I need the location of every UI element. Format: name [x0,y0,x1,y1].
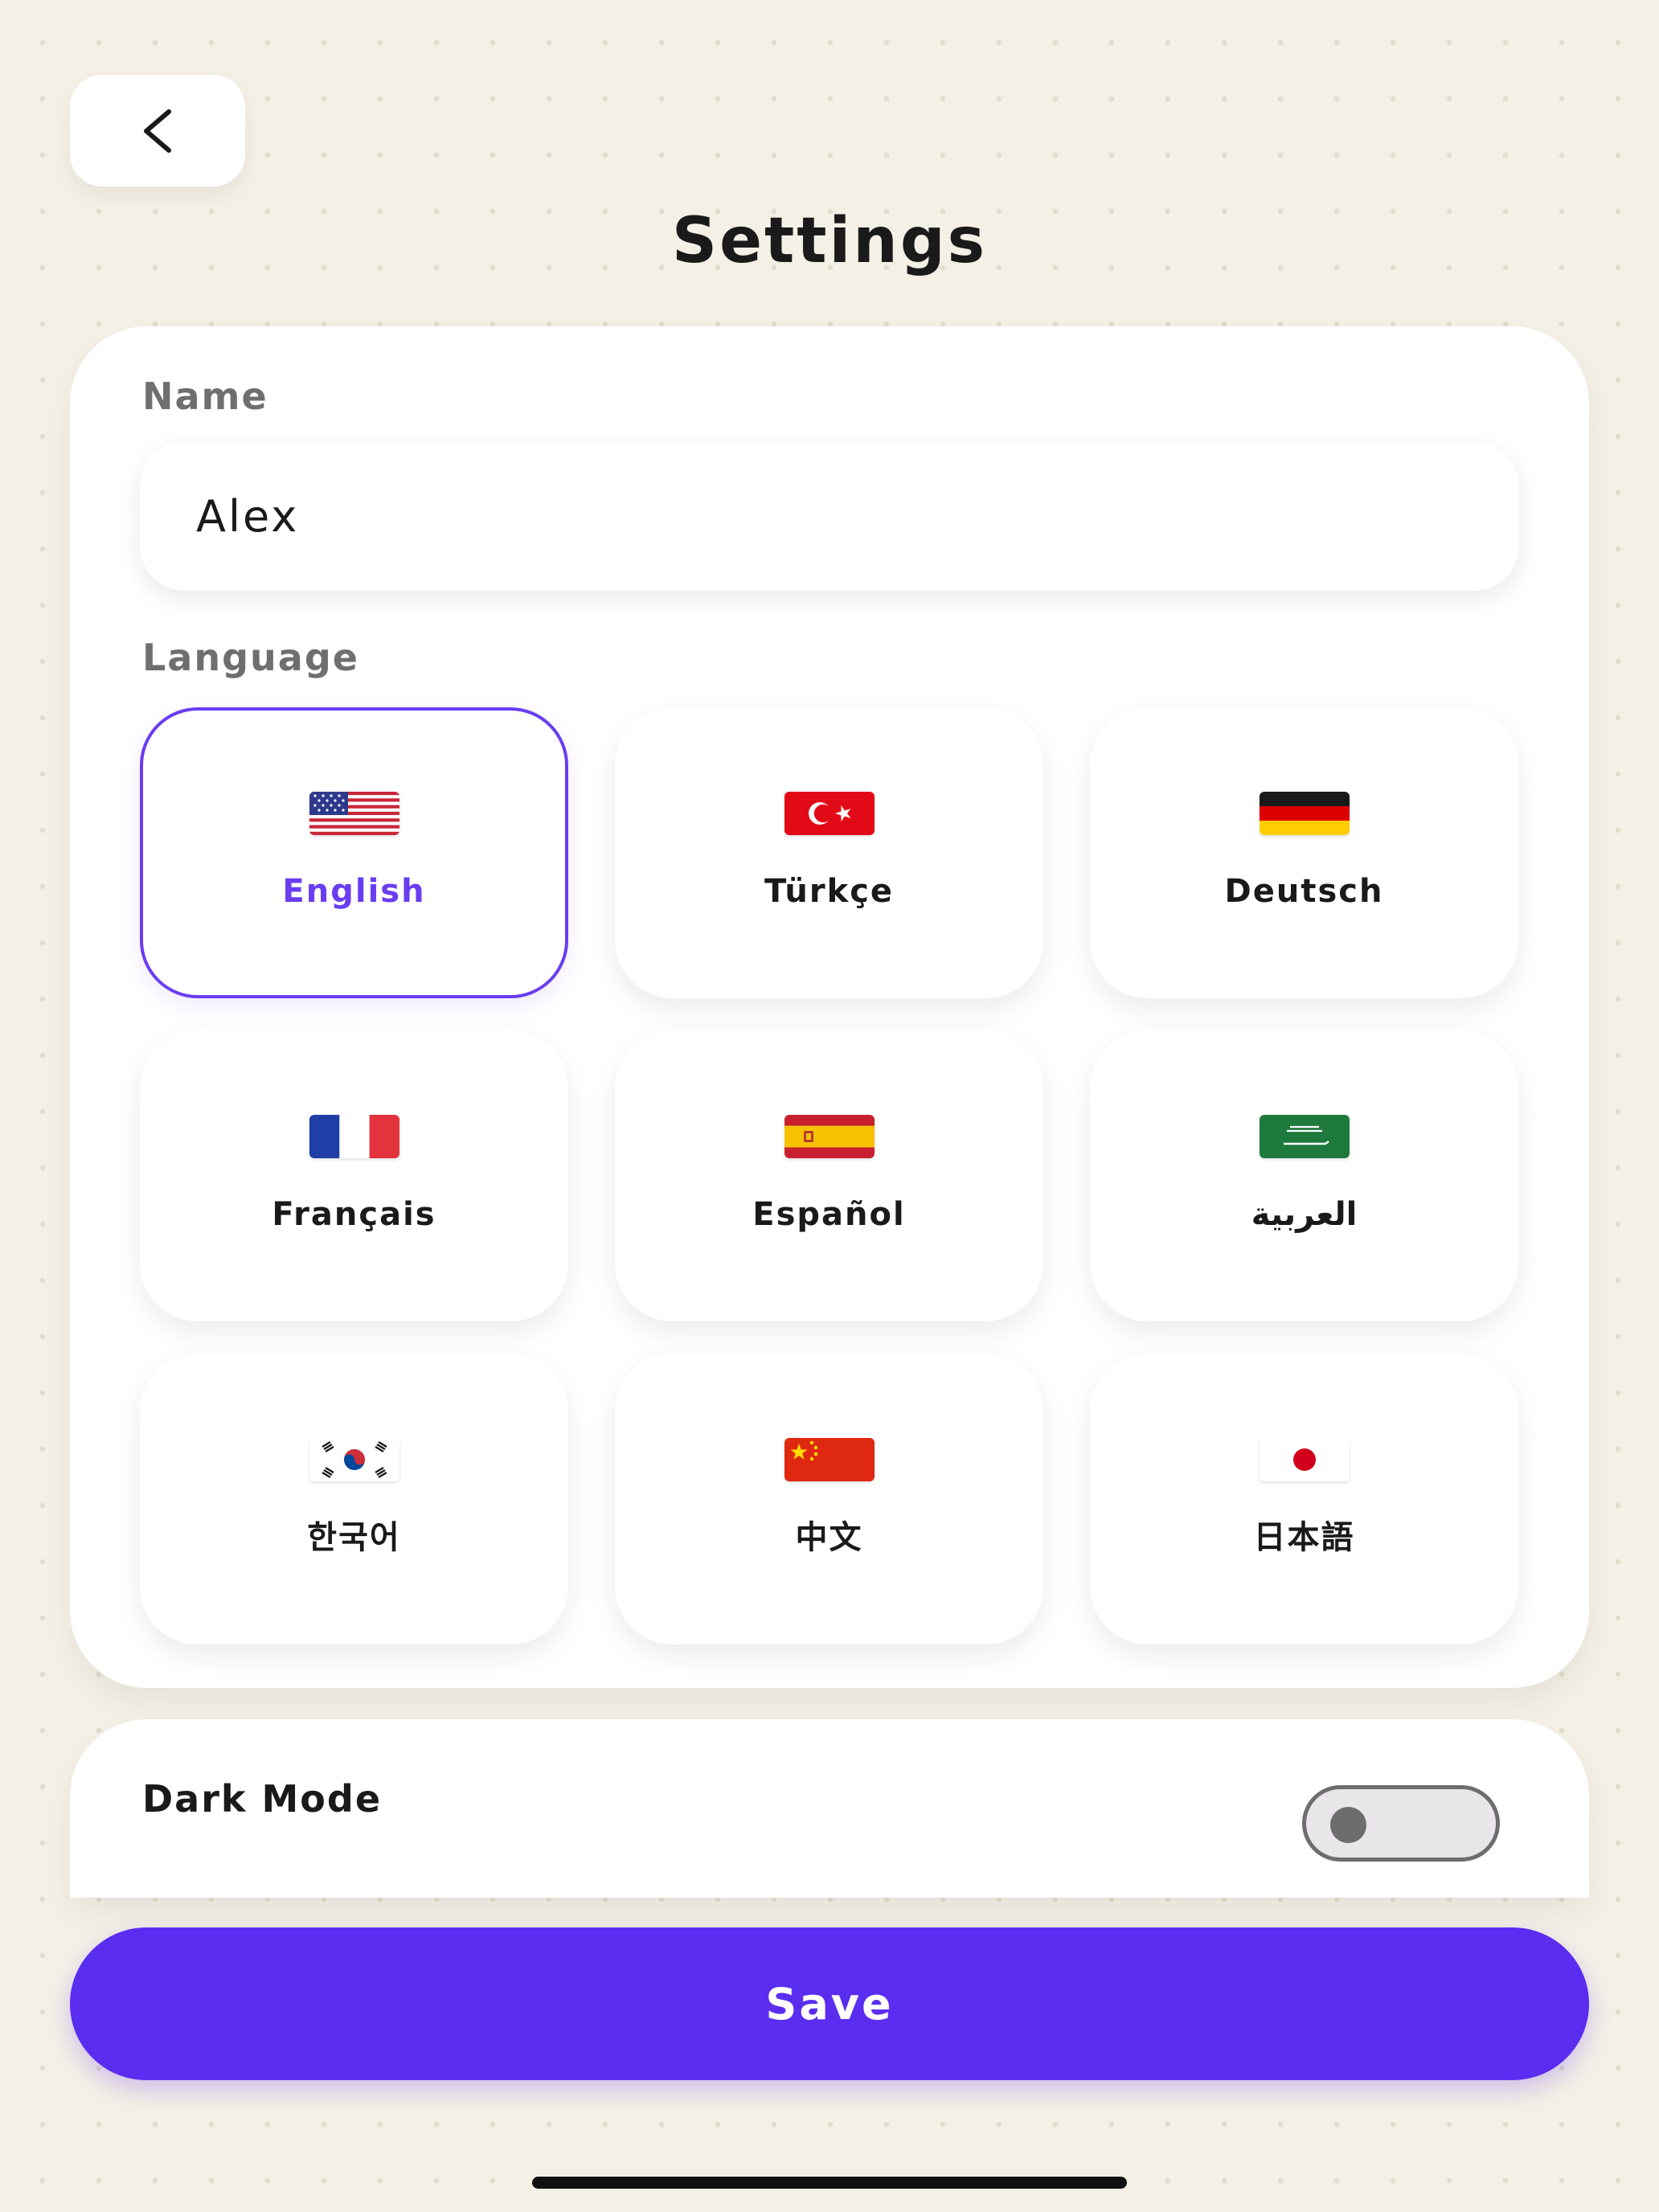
language-label-turkish: Türkçe [764,873,895,910]
turkey-flag-icon [784,792,875,835]
language-label: Language [142,636,359,679]
spain-flag-icon [784,1115,875,1158]
language-label-german: Deutsch [1224,873,1384,910]
language-label-japanese: 日本語 [1253,1519,1355,1556]
language-label-french: Français [272,1196,436,1233]
language-option-english[interactable]: English [140,707,568,998]
name-input[interactable] [140,441,1519,591]
china-flag-icon [784,1438,875,1481]
save-button[interactable]: Save [70,1927,1589,2080]
dark-mode-label: Dark Mode [142,1777,383,1821]
language-option-turkish[interactable]: Türkçe [615,707,1043,998]
page-title: Settings [671,205,988,277]
japan-flag-icon [1259,1438,1350,1481]
settings-card: Name Language [70,326,1589,1688]
language-label-arabic: العربية [1251,1196,1358,1233]
name-label: Name [142,375,268,418]
language-label-english: English [282,873,426,910]
language-label-chinese: 中文 [795,1519,863,1556]
dark-mode-toggle[interactable] [1302,1785,1500,1862]
language-label-spanish: Español [752,1196,906,1233]
saudi-flag-icon [1259,1115,1350,1158]
toggle-knob [1330,1807,1366,1843]
france-flag-icon [309,1115,399,1158]
home-indicator [532,2177,1127,2189]
language-option-german[interactable]: Deutsch [1090,707,1518,998]
chevron-left-icon [138,107,177,155]
us-flag-icon [309,792,399,835]
language-option-arabic[interactable]: العربية [1090,1030,1518,1321]
language-option-french[interactable]: Français [140,1030,568,1321]
back-button[interactable] [70,75,245,186]
language-grid: English Türkçe Deutsch Français Español … [140,707,1519,1645]
language-option-chinese[interactable]: 中文 [615,1354,1043,1645]
language-label-korean: 한국어 [307,1519,401,1556]
language-option-spanish[interactable]: Español [615,1030,1043,1321]
dark-mode-card: Dark Mode [70,1719,1589,1898]
language-option-japanese[interactable]: 日本語 [1090,1354,1518,1645]
language-option-korean[interactable]: 한국어 [140,1354,568,1645]
korea-flag-icon [309,1438,399,1481]
germany-flag-icon [1259,792,1350,835]
